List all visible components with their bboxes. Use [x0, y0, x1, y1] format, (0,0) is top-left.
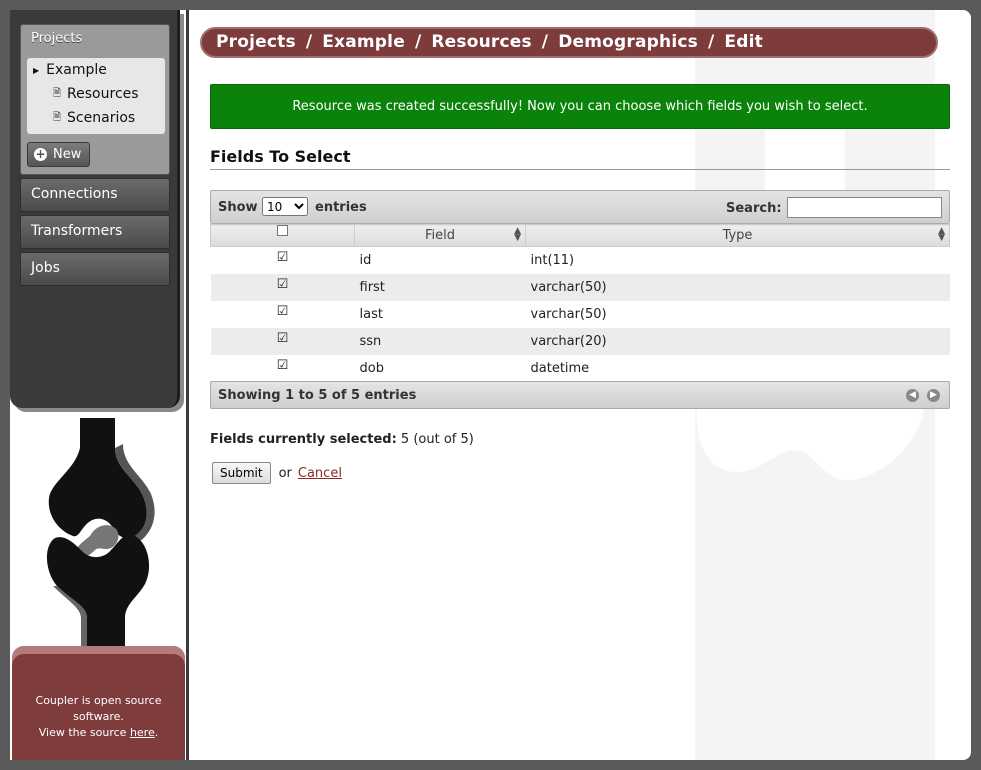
row-checkbox-cell: ☑ [210, 300, 355, 328]
title-divider [210, 169, 950, 170]
projects-box: Projects ▶ Example 🗎 Resources 🗎 Scenari… [20, 24, 170, 175]
next-page-icon[interactable]: ▶ [927, 389, 940, 402]
sidebar-item-connections[interactable]: Connections [20, 178, 170, 212]
sidebar-item-jobs[interactable]: Jobs [20, 252, 170, 286]
new-project-button[interactable]: + New [27, 142, 91, 167]
row-checkbox[interactable]: ☑ [277, 277, 289, 292]
table-header-row: Field ▲ ▼ Type ▲ ▼ [210, 224, 950, 247]
field-cell: last [354, 300, 526, 328]
table-row: ☑ first varchar(50) [210, 273, 950, 301]
or-label: or [278, 465, 292, 481]
selection-label: Fields currently selected [210, 432, 392, 447]
type-column-header[interactable]: Type ▲ ▼ [525, 224, 950, 247]
main-content: Projects / Example / Resources / Demographics /… [192, 10, 971, 760]
project-item-scenarios[interactable]: 🗎 Scenarios [27, 106, 165, 130]
row-checkbox[interactable]: ☑ [277, 358, 289, 373]
footer-info: Coupler is open source software. View th… [12, 646, 185, 760]
success-message: Resource was created successfully! Now y… [210, 84, 950, 129]
type-cell: varchar(50) [525, 273, 950, 301]
footer-suffix: . [154, 726, 159, 739]
sidebar-item-label: Transformers [31, 223, 123, 239]
row-checkbox[interactable]: ☑ [277, 331, 289, 346]
row-checkbox[interactable]: ☑ [277, 304, 289, 319]
page-title: Fields To Select [210, 147, 351, 166]
column-header-label: Field [424, 228, 455, 243]
document-icon: 🗎 [53, 111, 62, 123]
field-column-header[interactable]: Field ▲ ▼ [354, 224, 526, 247]
breadcrumb-example[interactable]: Example [322, 32, 405, 52]
submit-button[interactable]: Submit [212, 462, 271, 484]
row-checkbox[interactable]: ☑ [277, 250, 289, 265]
footer-prefix: View the source [38, 726, 130, 739]
entries-label: entries [315, 200, 367, 215]
source-link[interactable]: here [130, 726, 155, 739]
table-info: Showing 1 to 5 of 5 entries [218, 388, 417, 403]
selection-summary: Fields currently selected: 5 (out of 5) [210, 432, 474, 447]
footer-source-line: View the source here. [12, 725, 185, 741]
project-item-example[interactable]: ▶ Example [27, 58, 165, 82]
main-divider [186, 10, 189, 760]
document-icon: 🗎 [53, 87, 62, 99]
show-label: Show [218, 200, 258, 215]
row-checkbox-cell: ☑ [210, 273, 355, 301]
search-label: Search: [726, 201, 782, 216]
app-window: Projects ▶ Example 🗎 Resources 🗎 Scenari… [10, 10, 971, 760]
table-row: ☑ ssn varchar(20) [210, 327, 950, 355]
sidebar: Projects ▶ Example 🗎 Resources 🗎 Scenari… [10, 10, 188, 760]
breadcrumb-separator: / [707, 32, 715, 52]
selection-value: 5 (out of 5) [400, 432, 474, 447]
new-button-label: New [53, 147, 82, 162]
sidebar-item-transformers[interactable]: Transformers [20, 215, 170, 249]
coupler-logo-icon [46, 418, 155, 663]
fields-table: Field ▲ ▼ Type ▲ ▼ ☑ id int(11) ☑ first … [210, 224, 950, 382]
table-footer: Showing 1 to 5 of 5 entries ◀ ▶ [210, 381, 950, 409]
table-row: ☑ dob datetime [210, 354, 950, 382]
table-row: ☑ id int(11) [210, 246, 950, 274]
table-row: ☑ last varchar(50) [210, 300, 950, 328]
expand-triangle-icon: ▶ [33, 65, 40, 75]
breadcrumb-resources[interactable]: Resources [431, 32, 531, 52]
projects-title: Projects [31, 31, 83, 46]
project-item-label: Resources [67, 86, 139, 102]
project-item-resources[interactable]: 🗎 Resources [27, 82, 165, 106]
sort-arrows-icon: ▲ ▼ [514, 226, 521, 243]
column-header-label: Type [722, 228, 753, 243]
row-checkbox-cell: ☑ [210, 246, 355, 274]
selection-colon: : [391, 432, 397, 447]
cancel-link[interactable]: Cancel [298, 466, 342, 481]
breadcrumb-separator: / [305, 32, 313, 52]
select-all-checkbox[interactable] [277, 225, 288, 236]
project-item-label: Scenarios [67, 110, 136, 126]
select-all-header[interactable] [210, 224, 355, 247]
sidebar-item-label: Connections [31, 186, 118, 202]
table-toolbar: Show 10 entries Search: [210, 190, 950, 224]
sidebar-item-label: Jobs [31, 260, 60, 276]
field-cell: id [354, 246, 526, 274]
type-cell: datetime [525, 354, 950, 382]
form-actions: Submit or Cancel [212, 462, 342, 484]
plus-circle-icon: + [34, 147, 47, 161]
row-checkbox-cell: ☑ [210, 327, 355, 355]
footer-line: Coupler is open source software. [35, 694, 162, 723]
breadcrumb-demographics[interactable]: Demographics [558, 32, 698, 52]
breadcrumb-projects[interactable]: Projects [216, 32, 296, 52]
sort-arrows-icon: ▲ ▼ [938, 226, 945, 243]
project-item-label: Example [46, 62, 107, 78]
breadcrumb: Projects / Example / Resources / Demographics /… [200, 27, 938, 58]
breadcrumb-separator: / [541, 32, 549, 52]
type-cell: int(11) [525, 246, 950, 274]
breadcrumb-separator: / [414, 32, 422, 52]
field-cell: dob [354, 354, 526, 382]
search-input[interactable] [787, 197, 942, 218]
field-cell: first [354, 273, 526, 301]
row-checkbox-cell: ☑ [210, 354, 355, 382]
type-cell: varchar(50) [525, 300, 950, 328]
type-cell: varchar(20) [525, 327, 950, 355]
projects-tree: ▶ Example 🗎 Resources 🗎 Scenarios [27, 58, 165, 134]
previous-page-icon[interactable]: ◀ [906, 389, 919, 402]
field-cell: ssn [354, 327, 526, 355]
breadcrumb-edit: Edit [724, 32, 763, 52]
page-size-select[interactable]: 10 [262, 197, 308, 216]
